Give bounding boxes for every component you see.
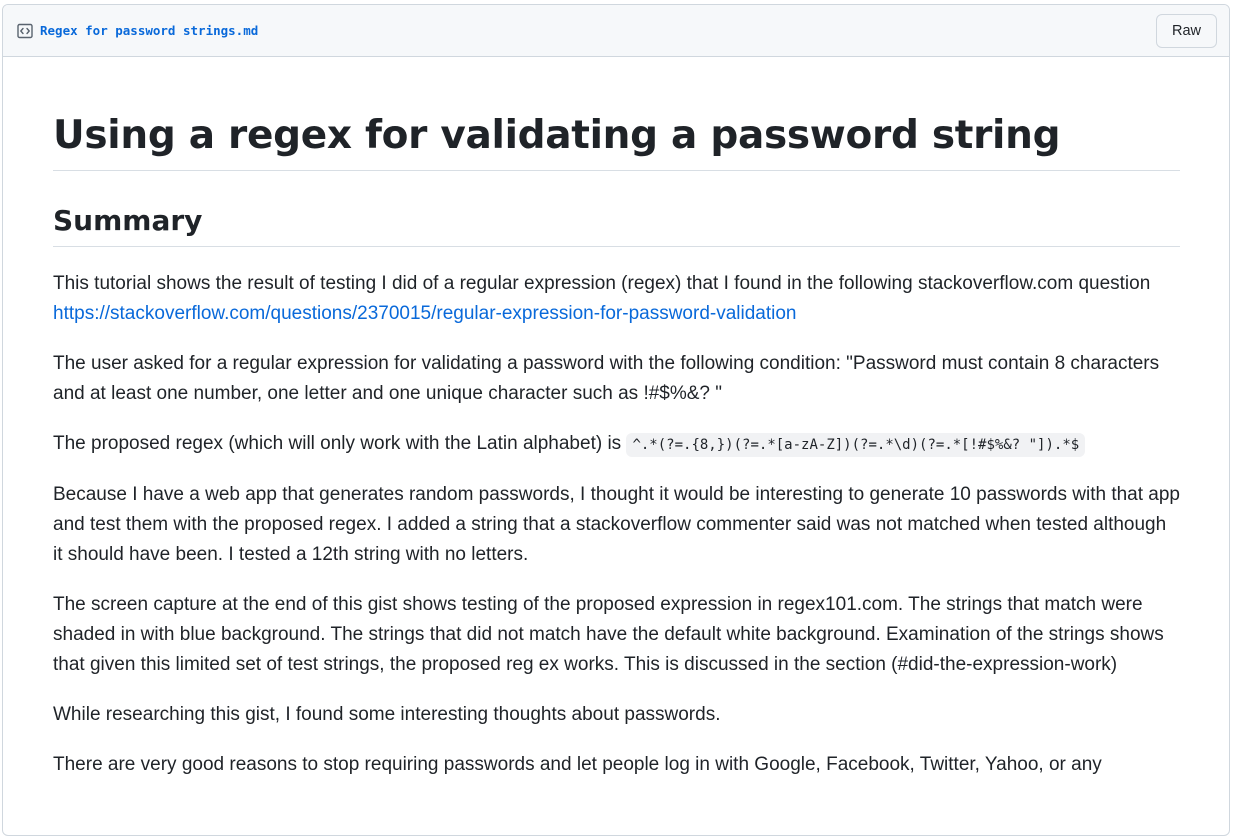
regex-code: ^.*(?=.{8,})(?=.*[a-zA-Z])(?=.*\d)(?=.*[… — [626, 432, 1086, 457]
paragraph-intro-text: This tutorial shows the result of testin… — [53, 272, 1151, 294]
paragraph-researching: While researching this gist, I found som… — [53, 703, 721, 725]
raw-button[interactable]: Raw — [1155, 13, 1217, 48]
paragraph-screen-capture: The screen capture at the end of this gi… — [53, 593, 1164, 675]
gist-file: Regex for password strings.md Raw Using … — [2, 4, 1230, 836]
file-name-link[interactable]: Regex for password strings.md — [40, 23, 258, 38]
stackoverflow-link[interactable]: https://stackoverflow.com/questions/2370… — [53, 303, 797, 324]
paragraph-user-request: The user asked for a regular expression … — [53, 352, 1160, 404]
file-title: Regex for password strings.md — [16, 22, 258, 40]
paragraph-proposed-regex: The proposed regex (which will only work… — [53, 429, 1180, 460]
paragraph-proposed-regex-text: The proposed regex (which will only work… — [53, 432, 627, 454]
page-title: Using a regex for validating a password … — [53, 113, 1180, 171]
file-header: Regex for password strings.md Raw — [3, 5, 1229, 57]
markdown-body: Using a regex for validating a password … — [3, 113, 1229, 780]
summary-heading: Summary — [53, 203, 1180, 247]
paragraph-intro: This tutorial shows the result of testin… — [53, 269, 1180, 329]
paragraph-good-reasons: There are very good reasons to stop requ… — [53, 753, 1102, 775]
code-file-icon — [16, 22, 34, 40]
paragraph-web-app: Because I have a web app that generates … — [53, 483, 1180, 565]
